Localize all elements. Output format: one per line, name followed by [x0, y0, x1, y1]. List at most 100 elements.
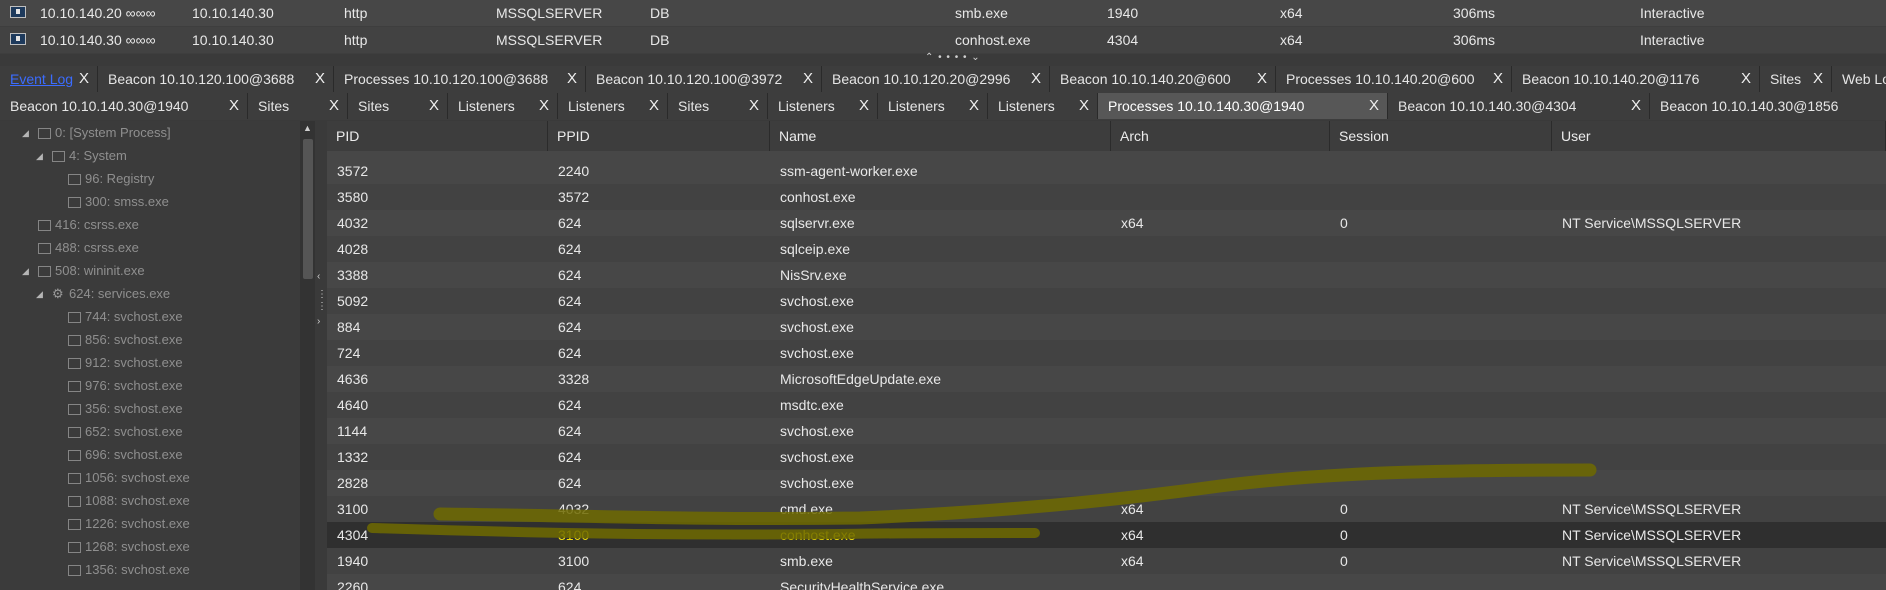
- expand-triangle-icon[interactable]: ◢: [36, 146, 43, 166]
- table-row[interactable]: 724 624 svchost.exe: [327, 340, 1886, 366]
- table-row[interactable]: 3572 2240 ssm-agent-worker.exe: [327, 158, 1886, 184]
- close-icon[interactable]: X: [229, 93, 239, 119]
- tab-event-log[interactable]: Event Log X: [0, 66, 98, 92]
- tree-scrollbar[interactable]: ▲: [300, 121, 315, 590]
- tab-sites[interactable]: Sites X: [248, 93, 348, 119]
- grip-dots-icon[interactable]: ⋮: [317, 289, 327, 300]
- column-header-name[interactable]: Name: [770, 121, 1111, 151]
- close-icon[interactable]: X: [315, 66, 325, 92]
- tree-node[interactable]: 744: svchost.exe: [68, 307, 183, 327]
- tree-node[interactable]: ◢ ⚙ 624: services.exe: [36, 284, 170, 304]
- tab-beacon-10-10-120-20-2996[interactable]: Beacon 10.10.120.20@2996 X: [822, 66, 1050, 92]
- chevron-left-icon[interactable]: ‹: [317, 271, 320, 282]
- table-row[interactable]: 3580 3572 conhost.exe: [327, 184, 1886, 210]
- panel-splitter[interactable]: ⌃ • • • • ⌄: [0, 52, 1886, 63]
- close-icon[interactable]: X: [1369, 93, 1379, 119]
- close-icon[interactable]: X: [1079, 93, 1089, 119]
- close-icon[interactable]: X: [649, 93, 659, 119]
- table-row[interactable]: 5092 624 svchost.exe: [327, 288, 1886, 314]
- tree-node[interactable]: 1356: svchost.exe: [68, 560, 190, 580]
- table-row[interactable]: 1332 624 svchost.exe: [327, 444, 1886, 470]
- table-row[interactable]: 2260 624 SecurityHealthService.exe: [327, 574, 1886, 590]
- table-row[interactable]: 3100 4032 cmd.exe x64 0 NT Service\MSSQLSERVE…: [327, 496, 1886, 522]
- tab-web-log[interactable]: Web Log: [1832, 66, 1886, 92]
- close-icon[interactable]: X: [79, 66, 89, 92]
- tab-listeners[interactable]: Listeners X: [878, 93, 988, 119]
- tab-beacon-10-10-140-30-1940[interactable]: Beacon 10.10.140.30@1940 X: [0, 93, 248, 119]
- tab-beacon-10-10-120-100-3972[interactable]: Beacon 10.10.120.100@3972 X: [586, 66, 822, 92]
- tab-beacon-10-10-140-20-1176[interactable]: Beacon 10.10.140.20@1176 X: [1512, 66, 1760, 92]
- tab-listeners[interactable]: Listeners X: [558, 93, 668, 119]
- tree-node[interactable]: 356: svchost.exe: [68, 399, 183, 419]
- grip-dots-icon[interactable]: ⋮: [317, 301, 327, 312]
- tree-node[interactable]: 1268: svchost.exe: [68, 537, 190, 557]
- tab-listeners[interactable]: Listeners X: [768, 93, 878, 119]
- tree-node[interactable]: ◢ 4: System: [36, 146, 127, 166]
- close-icon[interactable]: X: [969, 93, 979, 119]
- close-icon[interactable]: X: [329, 93, 339, 119]
- tree-node[interactable]: 416: csrss.exe: [38, 215, 139, 235]
- chevron-right-icon[interactable]: ›: [317, 316, 320, 327]
- table-row[interactable]: 2828 624 svchost.exe: [327, 470, 1886, 496]
- tree-node[interactable]: 1226: svchost.exe: [68, 514, 190, 534]
- tree-node[interactable]: 1056: svchost.exe: [68, 468, 190, 488]
- tree-node[interactable]: ◢ 0: [System Process]: [22, 123, 171, 143]
- tab-beacon-10-10-140-30-4304[interactable]: Beacon 10.10.140.30@4304 X: [1388, 93, 1650, 119]
- tab-sites[interactable]: Sites X: [1760, 66, 1832, 92]
- tab-processes-10-10-140-30-1940[interactable]: Processes 10.10.140.30@1940 X: [1098, 93, 1388, 119]
- table-row[interactable]: 4304 3100 conhost.exe x64 0 NT Service\MSSQLS…: [327, 522, 1886, 548]
- expand-triangle-icon[interactable]: ◢: [22, 261, 29, 281]
- beacon-row[interactable]: 10.10.140.20 ∞∞∞ 10.10.140.30 http MSSQLSER…: [0, 0, 1886, 27]
- table-row[interactable]: 884 624 svchost.exe: [327, 314, 1886, 340]
- tab-sites[interactable]: Sites X: [668, 93, 768, 119]
- tree-node[interactable]: 696: svchost.exe: [68, 445, 183, 465]
- close-icon[interactable]: X: [1031, 66, 1041, 92]
- table-row[interactable]: 4028 624 sqlceip.exe: [327, 236, 1886, 262]
- column-header-ppid[interactable]: PPID: [548, 121, 770, 151]
- column-header-arch[interactable]: Arch: [1111, 121, 1330, 151]
- tab-beacon-10-10-120-100-3688[interactable]: Beacon 10.10.120.100@3688 X: [98, 66, 334, 92]
- table-row[interactable]: 4636 3328 MicrosoftEdgeUpdate.exe: [327, 366, 1886, 392]
- close-icon[interactable]: X: [567, 66, 577, 92]
- tree-node[interactable]: 652: svchost.exe: [68, 422, 183, 442]
- close-icon[interactable]: X: [859, 93, 869, 119]
- tab-processes-10-10-140-20-600[interactable]: Processes 10.10.140.20@600 X: [1276, 66, 1512, 92]
- close-icon[interactable]: X: [803, 66, 813, 92]
- table-row[interactable]: 3388 624 NisSrv.exe: [327, 262, 1886, 288]
- close-icon[interactable]: X: [539, 93, 549, 119]
- column-header-session[interactable]: Session: [1330, 121, 1552, 151]
- close-icon[interactable]: X: [749, 93, 759, 119]
- column-header-user[interactable]: User: [1552, 121, 1886, 151]
- tab-listeners[interactable]: Listeners X: [448, 93, 558, 119]
- column-header-pid[interactable]: PID: [327, 121, 548, 151]
- tab-processes-10-10-120-100-3688[interactable]: Processes 10.10.120.100@3688 X: [334, 66, 586, 92]
- splitter-grip[interactable]: ⌃ • • • • ⌄: [925, 52, 981, 63]
- table-row[interactable]: 4640 624 msdtc.exe: [327, 392, 1886, 418]
- scrollbar-thumb[interactable]: [303, 139, 313, 279]
- table-row[interactable]: 1940 3100 smb.exe x64 0 NT Service\MSSQLSERVE…: [327, 548, 1886, 574]
- close-icon[interactable]: X: [429, 93, 439, 119]
- tab-beacon-10-10-140-30-1856[interactable]: Beacon 10.10.140.30@1856X: [1650, 93, 1886, 119]
- tree-node[interactable]: 96: Registry: [68, 169, 154, 189]
- scroll-up-icon[interactable]: ▲: [303, 123, 312, 133]
- tab-sites[interactable]: Sites X: [348, 93, 448, 119]
- tab-listeners[interactable]: Listeners X: [988, 93, 1098, 119]
- close-icon[interactable]: X: [1631, 93, 1641, 119]
- tree-node[interactable]: 976: svchost.exe: [68, 376, 183, 396]
- table-row[interactable]: 1144 624 svchost.exe: [327, 418, 1886, 444]
- split-divider[interactable]: ‹ ⋮ ⋮ ›: [315, 121, 327, 590]
- tree-node[interactable]: ◢ 508: wininit.exe: [22, 261, 145, 281]
- expand-triangle-icon[interactable]: ◢: [22, 123, 29, 143]
- tree-node[interactable]: 856: svchost.exe: [68, 330, 183, 350]
- close-icon[interactable]: X: [1813, 66, 1823, 92]
- close-icon[interactable]: X: [1493, 66, 1503, 92]
- tree-node[interactable]: 488: csrss.exe: [38, 238, 139, 258]
- table-row[interactable]: 4032 624 sqlservr.exe x64 0 NT Service\MSSQLS…: [327, 210, 1886, 236]
- tree-node[interactable]: 1088: svchost.exe: [68, 491, 190, 511]
- tree-node[interactable]: 300: smss.exe: [68, 192, 169, 212]
- tree-node[interactable]: 912: svchost.exe: [68, 353, 183, 373]
- expand-triangle-icon[interactable]: ◢: [36, 284, 43, 304]
- beacon-row[interactable]: 10.10.140.30 ∞∞∞ 10.10.140.30 http MSSQLSER…: [0, 27, 1886, 54]
- close-icon[interactable]: X: [1741, 66, 1751, 92]
- tab-beacon-10-10-140-20-600[interactable]: Beacon 10.10.140.20@600 X: [1050, 66, 1276, 92]
